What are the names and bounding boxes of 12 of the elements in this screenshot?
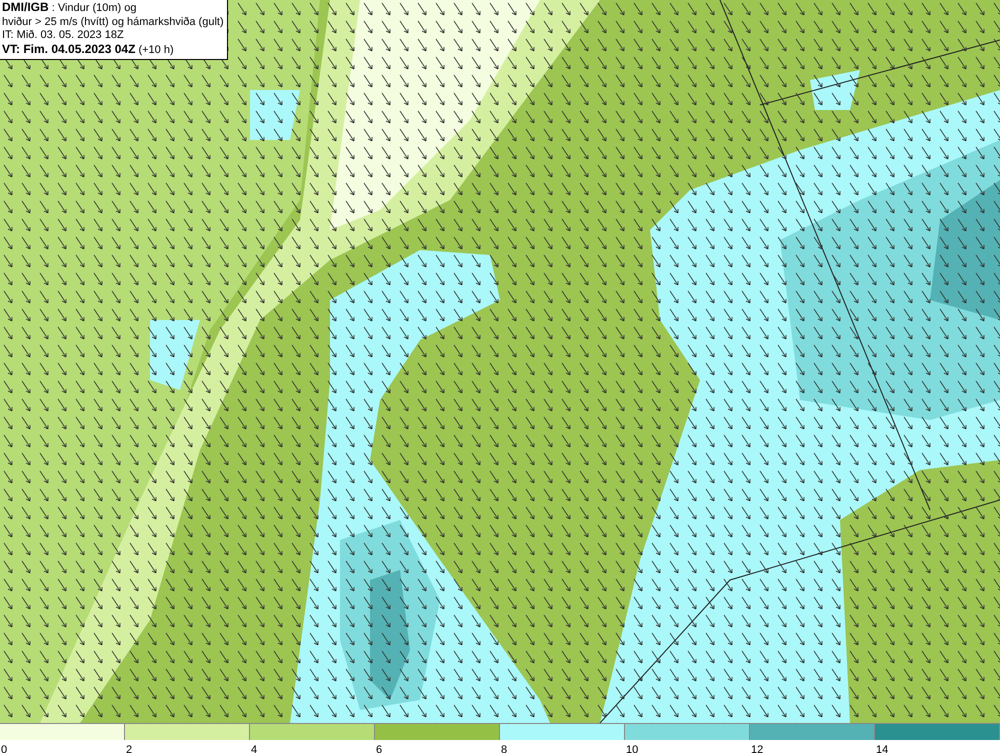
legend-label: 4 — [250, 744, 258, 753]
legend-label: 2 — [125, 744, 132, 753]
legend-label: 10 — [625, 744, 638, 753]
legend-label: 12 — [750, 744, 764, 753]
info-line: DMI/IGB : Vindur (10m) og — [2, 1, 138, 16]
info-line: VT: Fim. 04.05.2023 04Z (+10 h) — [2, 42, 175, 57]
info-line: hviður > 25 m/s (hvítt) og hámarkshviða (gult) — [2, 16, 224, 29]
legend-label: 8 — [500, 744, 508, 753]
info-line: IT: Mið. 03. 05. 2023 18Z — [2, 29, 125, 42]
legend-label: 6 — [375, 744, 382, 753]
legend-label: 0 — [0, 744, 8, 753]
legend-label: 14 — [875, 744, 888, 753]
